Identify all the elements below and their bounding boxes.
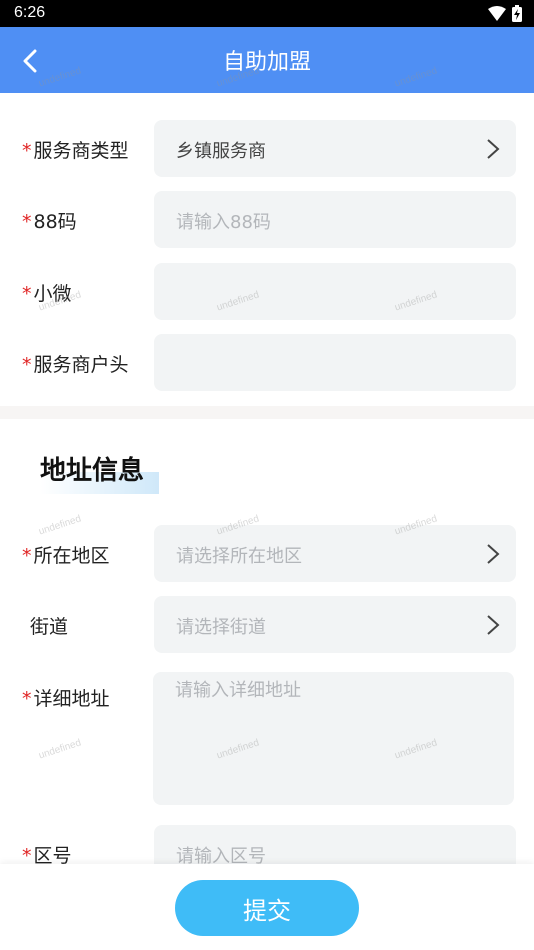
- street-placeholder: 请选择街道: [176, 617, 266, 638]
- chevron-right-icon: [487, 544, 500, 564]
- form-row-street: 街道 请选择街道: [0, 596, 534, 654]
- form-row-88-code: * 88码 请输入88码: [0, 191, 534, 249]
- status-time: 6:26: [14, 4, 46, 21]
- wifi-icon: [488, 6, 506, 21]
- submit-button[interactable]: 提交: [175, 880, 359, 936]
- account-input[interactable]: [154, 334, 516, 391]
- region-select[interactable]: 请选择所在地区: [154, 525, 516, 582]
- field-label: * 88码: [22, 211, 77, 233]
- code-88-placeholder: 请输入88码: [176, 212, 271, 233]
- status-icons: [488, 5, 522, 22]
- field-label: * 所在地区: [22, 545, 110, 567]
- micro-input[interactable]: [154, 263, 516, 320]
- code-88-input[interactable]: 请输入88码: [154, 191, 516, 248]
- field-label: 街道: [30, 616, 69, 638]
- chevron-right-icon: [487, 615, 500, 635]
- watermark-text: undefined: [37, 737, 83, 762]
- field-label: * 服务商类型: [22, 140, 129, 162]
- form-row-micro: * 小微: [0, 263, 534, 321]
- section-title: 地址信息: [40, 456, 145, 486]
- field-label: * 服务商户头: [22, 354, 129, 376]
- page-title: 自助加盟: [222, 50, 311, 75]
- section-divider: [0, 406, 534, 419]
- status-bar: 6:26: [0, 0, 534, 27]
- provider-type-select[interactable]: 乡镇服务商: [154, 120, 516, 177]
- battery-charging-icon: [512, 5, 522, 22]
- field-label-detail-address: * 详细地址: [22, 688, 110, 710]
- form-row-region: * 所在地区 请选择所在地区: [0, 525, 534, 583]
- section-title-wrap: 地址信息: [40, 450, 144, 487]
- detail-address-placeholder: 请输入详细地址: [175, 680, 301, 701]
- region-placeholder: 请选择所在地区: [176, 546, 302, 567]
- app-header: 自助加盟: [0, 27, 534, 93]
- required-mark: *: [22, 140, 32, 162]
- provider-type-value: 乡镇服务商: [176, 141, 266, 162]
- field-label: * 小微: [22, 283, 72, 305]
- form-row-provider-type: * 服务商类型 乡镇服务商: [0, 120, 534, 178]
- chevron-right-icon: [487, 139, 500, 159]
- form-row-account: * 服务商户头: [0, 334, 534, 392]
- detail-address-textarea[interactable]: 请输入详细地址: [153, 672, 514, 805]
- street-select[interactable]: 请选择街道: [154, 596, 516, 653]
